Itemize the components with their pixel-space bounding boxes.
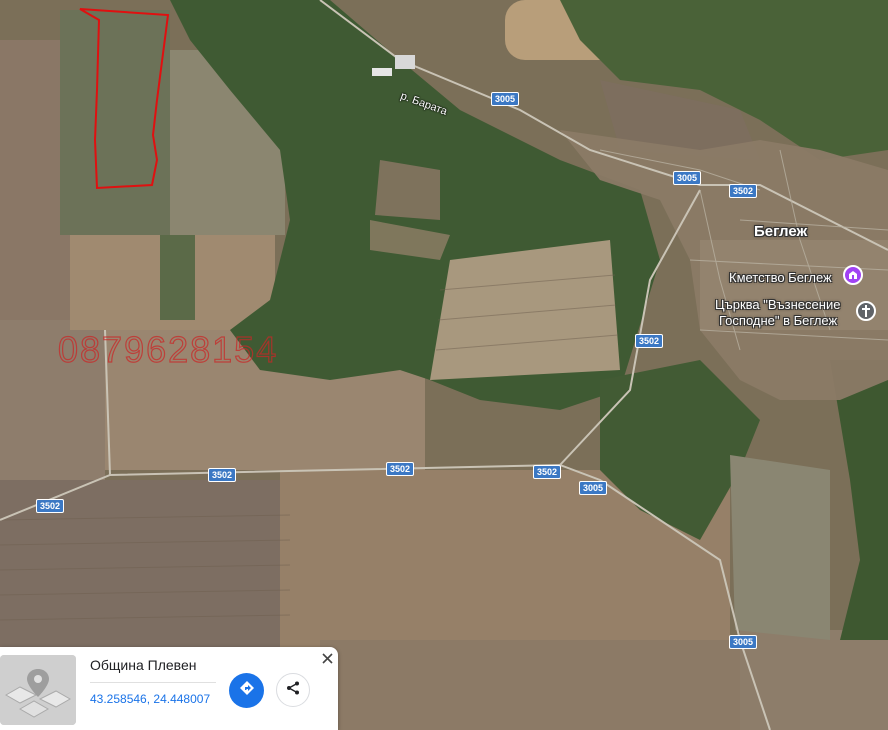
close-button[interactable] bbox=[318, 649, 336, 667]
road-shield-3502: 3502 bbox=[635, 334, 664, 348]
building bbox=[372, 68, 392, 76]
street-view-thumbnail[interactable] bbox=[0, 655, 76, 725]
road-shield-3005: 3005 bbox=[491, 92, 520, 106]
road-shield-3005: 3005 bbox=[729, 635, 758, 649]
share-icon bbox=[286, 681, 300, 700]
field bbox=[740, 630, 888, 730]
close-icon bbox=[321, 650, 333, 667]
field bbox=[320, 640, 770, 730]
field bbox=[0, 40, 70, 320]
orchard bbox=[160, 235, 195, 320]
church-icon[interactable] bbox=[856, 301, 876, 321]
road-shield-3005: 3005 bbox=[673, 171, 702, 185]
road-shield-3005: 3005 bbox=[579, 481, 608, 495]
share-button[interactable] bbox=[276, 673, 310, 707]
divider bbox=[90, 682, 216, 683]
town-hall-icon[interactable] bbox=[843, 265, 863, 285]
field bbox=[375, 160, 440, 220]
road-shield-3502: 3502 bbox=[729, 184, 758, 198]
road-shield-3502: 3502 bbox=[386, 462, 415, 476]
poi-label-town-hall[interactable]: Кметство Беглеж bbox=[729, 270, 832, 285]
poi-label-church-line1[interactable]: Църква "Възнесение bbox=[715, 297, 840, 312]
field bbox=[430, 240, 620, 380]
road-shield-3502: 3502 bbox=[533, 465, 562, 479]
road-shield-3502: 3502 bbox=[36, 499, 65, 513]
poi-label-church-line2[interactable]: Господне" в Беглеж bbox=[719, 313, 837, 328]
coordinates-link[interactable]: 43.258546, 24.448007 bbox=[90, 692, 210, 706]
watermark-phone-number: 0879628154 bbox=[57, 328, 279, 370]
location-info-card: Община Плевен 43.258546, 24.448007 bbox=[0, 647, 338, 730]
town-label[interactable]: Беглеж bbox=[754, 224, 807, 239]
directions-button[interactable] bbox=[229, 673, 264, 708]
road-shield-3502: 3502 bbox=[208, 468, 237, 482]
directions-icon bbox=[239, 680, 255, 701]
location-title: Община Плевен bbox=[90, 657, 197, 673]
field bbox=[730, 455, 830, 640]
building bbox=[395, 55, 415, 69]
